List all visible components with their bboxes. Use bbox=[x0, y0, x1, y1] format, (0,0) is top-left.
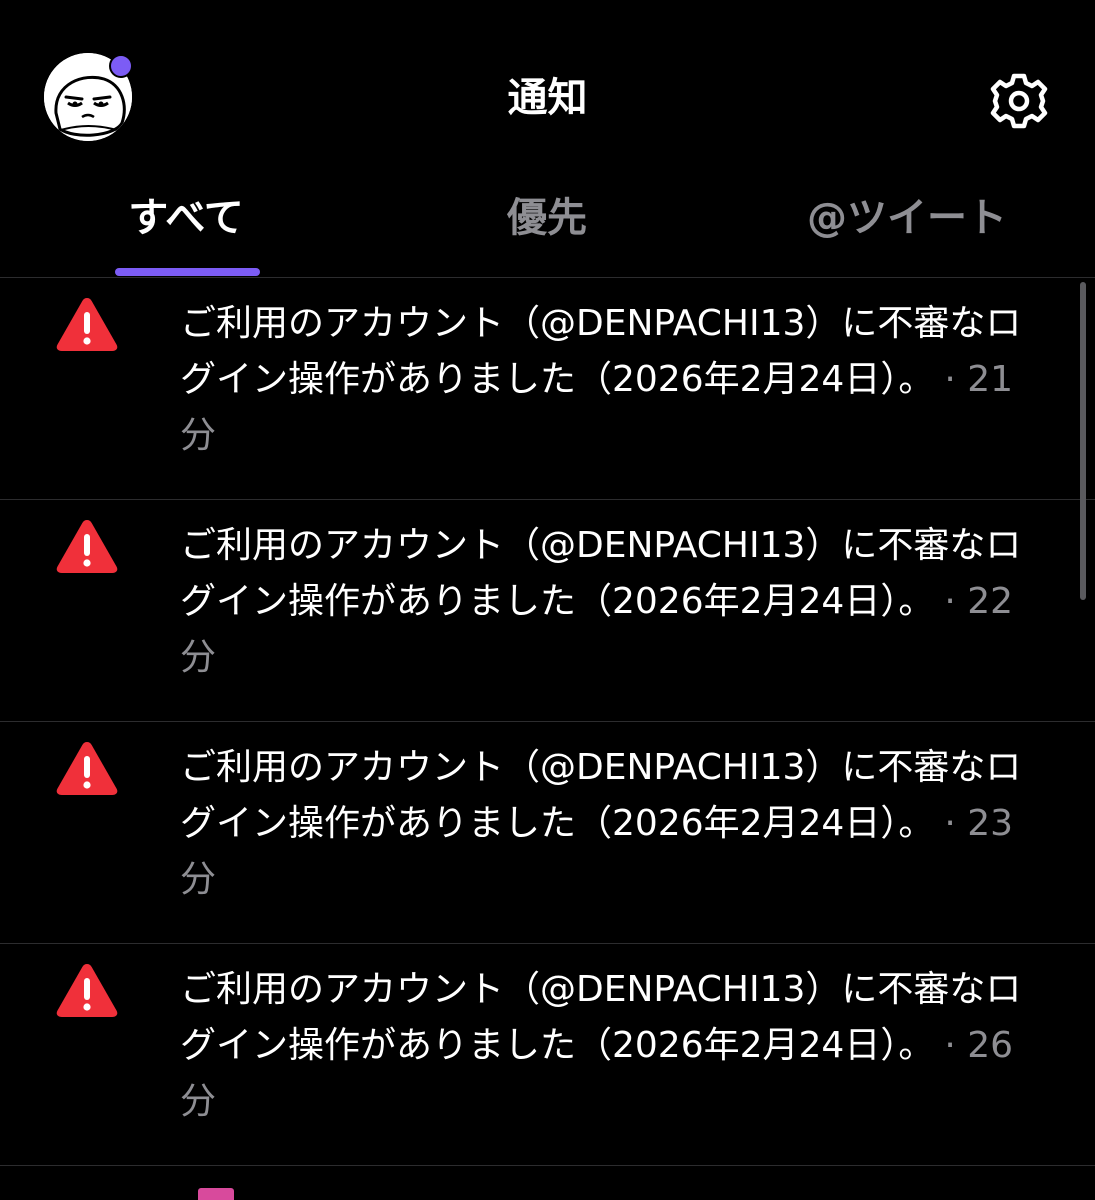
page-title: 通知 bbox=[507, 75, 588, 121]
top-bar: 通知 bbox=[0, 0, 1095, 180]
notification-message: ご利用のアカウント（@DENPACHI13）に不審なログイン操作がありました（2… bbox=[180, 740, 1040, 908]
warning-icon bbox=[56, 742, 118, 795]
notification-text: ご利用のアカウント（@DENPACHI13）に不審なログイン操作がありました（2… bbox=[180, 303, 1022, 400]
settings-button[interactable] bbox=[988, 70, 1050, 132]
warning-icon bbox=[56, 520, 118, 573]
tab-all[interactable]: すべて bbox=[86, 192, 286, 244]
warning-icon bbox=[56, 298, 118, 351]
scrollbar[interactable] bbox=[1080, 282, 1086, 600]
notification-item[interactable]: ご利用のアカウント（@DENPACHI13）に不審なログイン操作がありました（2… bbox=[0, 722, 1095, 944]
notification-list: ご利用のアカウント（@DENPACHI13）に不審なログイン操作がありました（2… bbox=[0, 278, 1095, 1166]
tab-mentions[interactable]: @ツイート bbox=[787, 192, 1027, 244]
notification-message: ご利用のアカウント（@DENPACHI13）に不審なログイン操作がありました（2… bbox=[180, 518, 1040, 686]
notification-text: ご利用のアカウント（@DENPACHI13）に不審なログイン操作がありました（2… bbox=[180, 525, 1022, 622]
notification-text: ご利用のアカウント（@DENPACHI13）に不審なログイン操作がありました（2… bbox=[180, 969, 1022, 1066]
notification-tabs: すべて 優先 @ツイート bbox=[0, 180, 1095, 278]
notification-message: ご利用のアカウント（@DENPACHI13）に不審なログイン操作がありました（2… bbox=[180, 296, 1040, 464]
notification-item[interactable]: ご利用のアカウント（@DENPACHI13）に不審なログイン操作がありました（2… bbox=[0, 278, 1095, 500]
gear-icon bbox=[990, 73, 1048, 129]
notification-message: ご利用のアカウント（@DENPACHI13）に不審なログイン操作がありました（2… bbox=[180, 962, 1040, 1130]
tab-priority[interactable]: 優先 bbox=[447, 192, 647, 244]
notification-item[interactable]: ご利用のアカウント（@DENPACHI13）に不審なログイン操作がありました（2… bbox=[0, 944, 1095, 1166]
notification-item[interactable]: ご利用のアカウント（@DENPACHI13）に不審なログイン操作がありました（2… bbox=[0, 500, 1095, 722]
active-tab-indicator bbox=[115, 268, 260, 276]
warning-icon bbox=[56, 964, 118, 1017]
notification-text: ご利用のアカウント（@DENPACHI13）に不審なログイン操作がありました（2… bbox=[180, 747, 1022, 844]
next-item-icon-peek bbox=[198, 1188, 234, 1200]
